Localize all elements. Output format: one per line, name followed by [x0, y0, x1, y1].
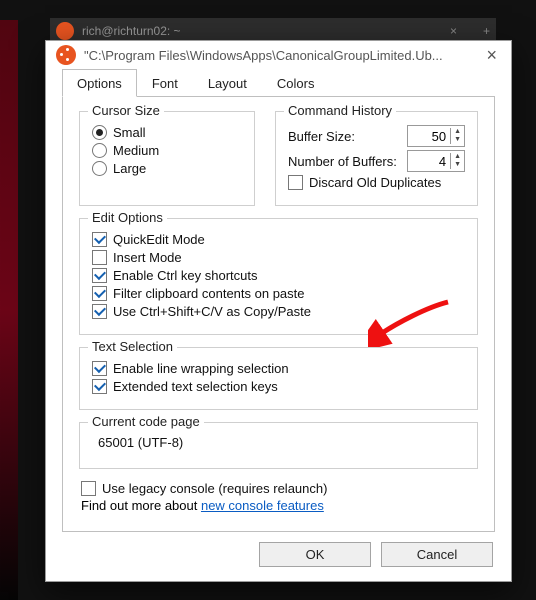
- ubuntu-icon: [56, 22, 74, 40]
- checkbox-icon: [92, 232, 107, 247]
- check-filter-clipboard[interactable]: Filter clipboard contents on paste: [92, 286, 465, 301]
- check-legacy-console[interactable]: Use legacy console (requires relaunch): [81, 481, 478, 496]
- check-insert-mode[interactable]: Insert Mode: [92, 250, 465, 265]
- spinner-down-icon[interactable]: ▼: [451, 161, 464, 169]
- spinner-up-icon[interactable]: ▲: [451, 128, 464, 136]
- checkbox-icon: [92, 304, 107, 319]
- tab-font[interactable]: Font: [137, 69, 193, 97]
- radio-large[interactable]: Large: [92, 161, 242, 176]
- group-legend: Text Selection: [88, 339, 177, 354]
- num-buffers-spinner[interactable]: ▲▼: [407, 150, 465, 172]
- group-legend: Cursor Size: [88, 103, 164, 118]
- tab-panel-options: Cursor Size Small Medium Large Command H…: [62, 96, 495, 532]
- buffer-size-label: Buffer Size:: [288, 129, 401, 144]
- checkbox-icon: [92, 268, 107, 283]
- check-line-wrapping[interactable]: Enable line wrapping selection: [92, 361, 465, 376]
- group-legend: Command History: [284, 103, 396, 118]
- buffer-size-input[interactable]: [408, 129, 450, 144]
- close-icon[interactable]: ×: [482, 45, 501, 66]
- radio-icon: [92, 143, 107, 158]
- add-tab-icon[interactable]: +: [483, 24, 490, 38]
- dialog-titlebar: "C:\Program Files\WindowsApps\CanonicalG…: [46, 41, 511, 69]
- cancel-button[interactable]: Cancel: [381, 542, 493, 567]
- checkbox-icon: [288, 175, 303, 190]
- group-cursor-size: Cursor Size Small Medium Large: [79, 111, 255, 206]
- radio-icon: [92, 161, 107, 176]
- group-command-history: Command History Buffer Size: ▲▼ Number o…: [275, 111, 478, 206]
- legacy-help-line: Find out more about new console features: [81, 498, 478, 513]
- check-ctrl-shortcuts[interactable]: Enable Ctrl key shortcuts: [92, 268, 465, 283]
- new-console-features-link[interactable]: new console features: [201, 498, 324, 513]
- ok-button[interactable]: OK: [259, 542, 371, 567]
- check-ctrl-shift-cv[interactable]: Use Ctrl+Shift+C/V as Copy/Paste: [92, 304, 465, 319]
- tab-colors[interactable]: Colors: [262, 69, 330, 97]
- ubuntu-icon: [56, 45, 76, 65]
- checkbox-icon: [92, 361, 107, 376]
- check-extended-keys[interactable]: Extended text selection keys: [92, 379, 465, 394]
- group-edit-options: Edit Options QuickEdit Mode Insert Mode …: [79, 218, 478, 335]
- checkbox-icon: [92, 286, 107, 301]
- radio-small[interactable]: Small: [92, 125, 242, 140]
- checkbox-icon: [81, 481, 96, 496]
- spinner-up-icon[interactable]: ▲: [451, 153, 464, 161]
- check-discard-duplicates[interactable]: Discard Old Duplicates: [288, 175, 465, 190]
- group-legend: Current code page: [88, 414, 204, 429]
- properties-dialog: "C:\Program Files\WindowsApps\CanonicalG…: [45, 40, 512, 582]
- tab-strip: Options Font Layout Colors: [62, 69, 495, 97]
- code-page-value: 65001 (UTF-8): [92, 433, 465, 456]
- buffer-size-spinner[interactable]: ▲▼: [407, 125, 465, 147]
- close-icon[interactable]: ×: [450, 24, 457, 38]
- checkbox-icon: [92, 379, 107, 394]
- spinner-down-icon[interactable]: ▼: [451, 136, 464, 144]
- radio-icon: [92, 125, 107, 140]
- num-buffers-label: Number of Buffers:: [288, 154, 401, 169]
- radio-medium[interactable]: Medium: [92, 143, 242, 158]
- check-quickedit[interactable]: QuickEdit Mode: [92, 232, 465, 247]
- checkbox-icon: [92, 250, 107, 265]
- dialog-title: "C:\Program Files\WindowsApps\CanonicalG…: [84, 48, 474, 63]
- tab-options[interactable]: Options: [62, 69, 137, 97]
- group-code-page: Current code page 65001 (UTF-8): [79, 422, 478, 469]
- group-legend: Edit Options: [88, 210, 167, 225]
- num-buffers-input[interactable]: [408, 154, 450, 169]
- dialog-button-bar: OK Cancel: [46, 532, 511, 581]
- background-tab-title: rich@richturn02: ~: [82, 24, 181, 38]
- group-text-selection: Text Selection Enable line wrapping sele…: [79, 347, 478, 410]
- tab-layout[interactable]: Layout: [193, 69, 262, 97]
